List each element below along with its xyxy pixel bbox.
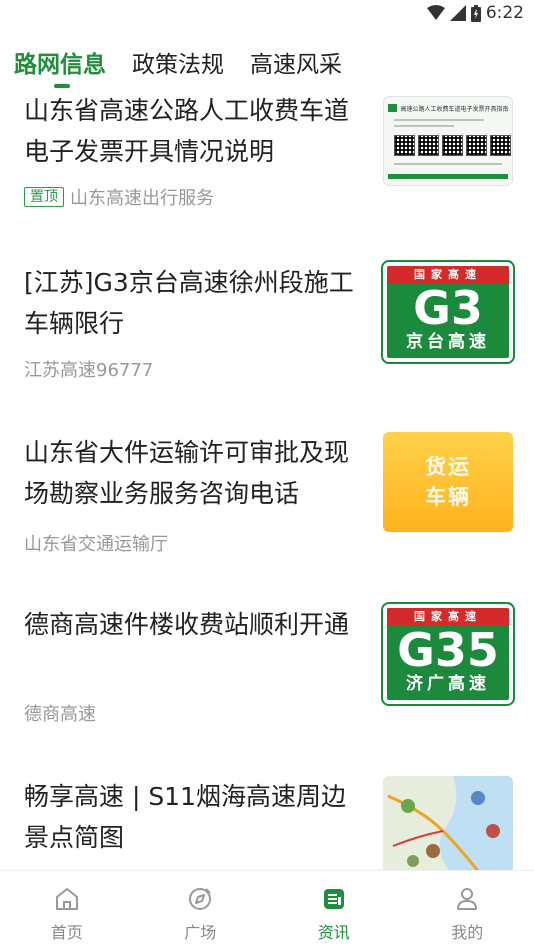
document-logo [388, 104, 398, 112]
document-line [394, 125, 454, 127]
news-source: 山东高速出行服务 [70, 188, 214, 209]
news-source: 江苏高速96777 [24, 360, 154, 381]
qr-code-icon [466, 135, 487, 156]
news-item[interactable]: 畅享高速 | S11烟海高速周边景点简图 [0, 774, 534, 870]
signal-icon [449, 5, 466, 21]
tab-highway-scenery[interactable]: 高速风采 [250, 48, 342, 82]
news-title: 山东省高速公路人工收费车道电子发票开具情况说明 [24, 96, 350, 166]
pinned-badge: 置顶 [24, 187, 64, 207]
bottom-nav: 首页 广场 资讯 我的 [0, 870, 534, 950]
news-source: 德商高速 [24, 704, 96, 725]
nav-mine[interactable]: 我的 [401, 871, 534, 950]
news-item[interactable]: [江苏]G3京台高速徐州段施工车辆限行 江苏高速96777 国家高速 G3 京台… [0, 260, 534, 400]
qr-code-icon [490, 135, 511, 156]
thumbnail-text: 货运 [425, 455, 471, 479]
news-source: 山东省交通运输厅 [24, 534, 168, 555]
nav-label: 资讯 [317, 923, 350, 942]
tab-road-info[interactable]: 路网信息 [14, 48, 106, 82]
nav-news[interactable]: 资讯 [267, 871, 401, 950]
news-title: 山东省大件运输许可审批及现场勘察业务服务咨询电话 [24, 438, 350, 508]
news-title: 畅享高速 | S11烟海高速周边景点简图 [24, 782, 346, 852]
news-thumbnail: 国家高速 G35 济广高速 [383, 604, 513, 704]
nav-label: 我的 [451, 923, 484, 942]
qr-code-icon [394, 135, 415, 156]
news-meta: 江苏高速96777 [24, 356, 153, 382]
news-item[interactable]: 山东省大件运输许可审批及现场勘察业务服务咨询电话 山东省交通运输厅 货运 车辆 [0, 432, 534, 572]
sign-route-code: G3 [413, 281, 483, 335]
news-thumbnail: 货运 车辆 [383, 432, 513, 532]
wifi-icon [426, 5, 445, 20]
user-icon [457, 888, 478, 910]
qr-code-icon [418, 135, 439, 156]
compass-icon [189, 888, 212, 910]
news-meta: 山东省交通运输厅 [24, 530, 168, 556]
document-header: 高速公路人工收费车道电子发票开具指南卡 [388, 103, 508, 113]
active-tab-indicator [54, 84, 70, 88]
news-thumbnail: 国家高速 G3 京台高速 [383, 262, 513, 362]
document-line [394, 163, 502, 165]
nav-label: 首页 [50, 923, 83, 942]
sign-route-name: 济广高速 [406, 674, 490, 694]
status-icons: 6:22 [426, 3, 524, 23]
nav-label: 广场 [184, 923, 217, 942]
news-item[interactable]: 德商高速件楼收费站顺利开通 德商高速 国家高速 G35 济广高速 [0, 602, 534, 742]
news-icon [323, 889, 344, 909]
battery-icon [470, 4, 481, 22]
news-item[interactable]: 山东省高速公路人工收费车道电子发票开具情况说明 置顶 山东高速出行服务 高速公路… [0, 92, 534, 232]
document-footer [388, 174, 508, 179]
news-title: 德商高速件楼收费站顺利开通 [24, 610, 350, 639]
document-header-text: 高速公路人工收费车道电子发票开具指南卡 [400, 105, 508, 113]
status-bar: 6:22 [0, 0, 534, 30]
qr-code-icon [442, 135, 463, 156]
sign-route-code: G35 [397, 623, 499, 677]
nav-home[interactable]: 首页 [0, 871, 134, 950]
news-meta: 德商高速 [24, 700, 96, 726]
tab-policy[interactable]: 政策法规 [132, 48, 224, 82]
sign-route-name: 京台高速 [406, 332, 490, 352]
home-icon [55, 888, 78, 910]
news-thumbnail: 高速公路人工收费车道电子发票开具指南卡 [383, 96, 513, 186]
document-line [394, 119, 484, 121]
news-title: [江苏]G3京台高速徐州段施工车辆限行 [24, 268, 354, 338]
map-illustration [383, 776, 513, 870]
news-meta: 置顶 山东高速出行服务 [24, 184, 214, 210]
thumbnail-text: 车辆 [425, 485, 471, 509]
tab-bar: 路网信息 政策法规 高速风采 [14, 48, 342, 92]
news-thumbnail [383, 776, 513, 870]
nav-square[interactable]: 广场 [134, 871, 268, 950]
news-list: 山东省高速公路人工收费车道电子发票开具情况说明 置顶 山东高速出行服务 高速公路… [0, 92, 534, 870]
status-time: 6:22 [485, 3, 524, 23]
